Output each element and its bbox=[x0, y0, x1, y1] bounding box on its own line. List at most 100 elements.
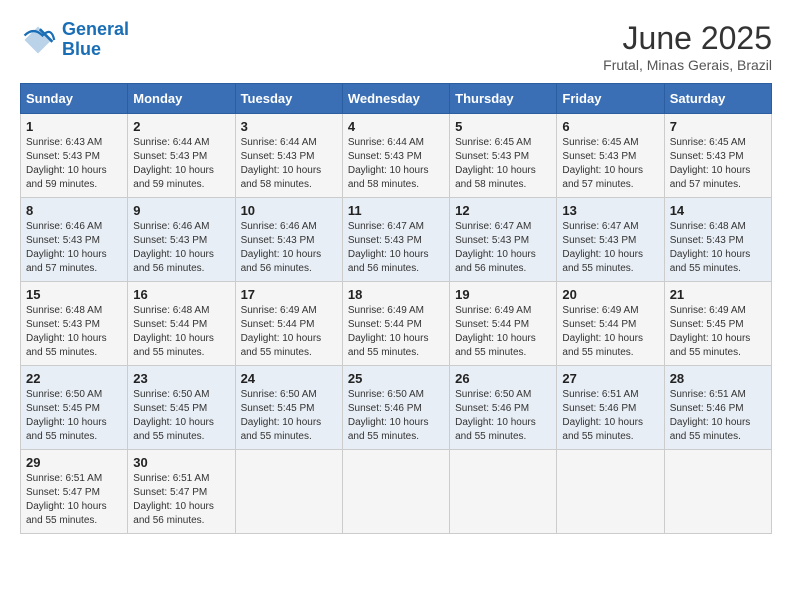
day-info: Sunrise: 6:46 AMSunset: 5:43 PMDaylight:… bbox=[241, 220, 337, 276]
day-info: Sunrise: 6:44 AMSunset: 5:43 PMDaylight:… bbox=[348, 136, 444, 192]
day-number: 3 bbox=[241, 119, 337, 134]
day-number: 16 bbox=[133, 287, 229, 302]
day-number: 4 bbox=[348, 119, 444, 134]
calendar-cell: 15 Sunrise: 6:48 AMSunset: 5:43 PMDaylig… bbox=[21, 282, 128, 366]
day-number: 15 bbox=[26, 287, 122, 302]
location: Frutal, Minas Gerais, Brazil bbox=[603, 57, 772, 73]
calendar-cell bbox=[342, 450, 449, 534]
day-info: Sunrise: 6:47 AMSunset: 5:43 PMDaylight:… bbox=[455, 220, 551, 276]
day-info: Sunrise: 6:49 AMSunset: 5:45 PMDaylight:… bbox=[670, 304, 766, 360]
calendar-cell: 14 Sunrise: 6:48 AMSunset: 5:43 PMDaylig… bbox=[664, 198, 771, 282]
weekday-header: Sunday bbox=[21, 84, 128, 114]
day-info: Sunrise: 6:51 AMSunset: 5:46 PMDaylight:… bbox=[670, 388, 766, 444]
day-info: Sunrise: 6:45 AMSunset: 5:43 PMDaylight:… bbox=[670, 136, 766, 192]
calendar-cell bbox=[450, 450, 557, 534]
day-info: Sunrise: 6:47 AMSunset: 5:43 PMDaylight:… bbox=[348, 220, 444, 276]
calendar-cell: 12 Sunrise: 6:47 AMSunset: 5:43 PMDaylig… bbox=[450, 198, 557, 282]
calendar-cell bbox=[235, 450, 342, 534]
calendar-cell bbox=[557, 450, 664, 534]
calendar-cell: 18 Sunrise: 6:49 AMSunset: 5:44 PMDaylig… bbox=[342, 282, 449, 366]
day-info: Sunrise: 6:49 AMSunset: 5:44 PMDaylight:… bbox=[562, 304, 658, 360]
day-info: Sunrise: 6:49 AMSunset: 5:44 PMDaylight:… bbox=[455, 304, 551, 360]
day-number: 29 bbox=[26, 455, 122, 470]
day-number: 19 bbox=[455, 287, 551, 302]
weekday-header: Friday bbox=[557, 84, 664, 114]
day-info: Sunrise: 6:50 AMSunset: 5:45 PMDaylight:… bbox=[26, 388, 122, 444]
calendar-cell: 19 Sunrise: 6:49 AMSunset: 5:44 PMDaylig… bbox=[450, 282, 557, 366]
calendar-cell: 10 Sunrise: 6:46 AMSunset: 5:43 PMDaylig… bbox=[235, 198, 342, 282]
day-info: Sunrise: 6:43 AMSunset: 5:43 PMDaylight:… bbox=[26, 136, 122, 192]
day-number: 26 bbox=[455, 371, 551, 386]
day-info: Sunrise: 6:51 AMSunset: 5:46 PMDaylight:… bbox=[562, 388, 658, 444]
calendar-cell: 29 Sunrise: 6:51 AMSunset: 5:47 PMDaylig… bbox=[21, 450, 128, 534]
day-number: 24 bbox=[241, 371, 337, 386]
day-number: 10 bbox=[241, 203, 337, 218]
calendar-cell: 16 Sunrise: 6:48 AMSunset: 5:44 PMDaylig… bbox=[128, 282, 235, 366]
day-number: 7 bbox=[670, 119, 766, 134]
day-info: Sunrise: 6:50 AMSunset: 5:45 PMDaylight:… bbox=[241, 388, 337, 444]
calendar-cell: 22 Sunrise: 6:50 AMSunset: 5:45 PMDaylig… bbox=[21, 366, 128, 450]
day-info: Sunrise: 6:45 AMSunset: 5:43 PMDaylight:… bbox=[562, 136, 658, 192]
day-info: Sunrise: 6:50 AMSunset: 5:45 PMDaylight:… bbox=[133, 388, 229, 444]
calendar-cell: 25 Sunrise: 6:50 AMSunset: 5:46 PMDaylig… bbox=[342, 366, 449, 450]
calendar-cell: 17 Sunrise: 6:49 AMSunset: 5:44 PMDaylig… bbox=[235, 282, 342, 366]
day-number: 12 bbox=[455, 203, 551, 218]
day-number: 21 bbox=[670, 287, 766, 302]
day-number: 13 bbox=[562, 203, 658, 218]
title-area: June 2025 Frutal, Minas Gerais, Brazil bbox=[603, 20, 772, 73]
calendar-cell: 21 Sunrise: 6:49 AMSunset: 5:45 PMDaylig… bbox=[664, 282, 771, 366]
calendar-cell: 4 Sunrise: 6:44 AMSunset: 5:43 PMDayligh… bbox=[342, 114, 449, 198]
logo-line1: General bbox=[62, 19, 129, 39]
day-number: 9 bbox=[133, 203, 229, 218]
day-number: 18 bbox=[348, 287, 444, 302]
calendar-cell: 1 Sunrise: 6:43 AMSunset: 5:43 PMDayligh… bbox=[21, 114, 128, 198]
day-number: 30 bbox=[133, 455, 229, 470]
day-info: Sunrise: 6:50 AMSunset: 5:46 PMDaylight:… bbox=[348, 388, 444, 444]
day-number: 6 bbox=[562, 119, 658, 134]
weekday-header: Monday bbox=[128, 84, 235, 114]
logo: General Blue bbox=[20, 20, 129, 60]
day-number: 1 bbox=[26, 119, 122, 134]
logo-line2: Blue bbox=[62, 39, 101, 59]
calendar-cell bbox=[664, 450, 771, 534]
day-number: 27 bbox=[562, 371, 658, 386]
weekday-header: Tuesday bbox=[235, 84, 342, 114]
day-info: Sunrise: 6:49 AMSunset: 5:44 PMDaylight:… bbox=[241, 304, 337, 360]
logo-icon bbox=[20, 22, 56, 58]
weekday-header: Wednesday bbox=[342, 84, 449, 114]
calendar-cell: 5 Sunrise: 6:45 AMSunset: 5:43 PMDayligh… bbox=[450, 114, 557, 198]
day-number: 2 bbox=[133, 119, 229, 134]
day-info: Sunrise: 6:47 AMSunset: 5:43 PMDaylight:… bbox=[562, 220, 658, 276]
calendar-cell: 6 Sunrise: 6:45 AMSunset: 5:43 PMDayligh… bbox=[557, 114, 664, 198]
weekday-header: Saturday bbox=[664, 84, 771, 114]
day-number: 5 bbox=[455, 119, 551, 134]
calendar-cell: 2 Sunrise: 6:44 AMSunset: 5:43 PMDayligh… bbox=[128, 114, 235, 198]
day-info: Sunrise: 6:48 AMSunset: 5:44 PMDaylight:… bbox=[133, 304, 229, 360]
calendar-cell: 20 Sunrise: 6:49 AMSunset: 5:44 PMDaylig… bbox=[557, 282, 664, 366]
day-info: Sunrise: 6:50 AMSunset: 5:46 PMDaylight:… bbox=[455, 388, 551, 444]
day-number: 22 bbox=[26, 371, 122, 386]
calendar-cell: 11 Sunrise: 6:47 AMSunset: 5:43 PMDaylig… bbox=[342, 198, 449, 282]
day-info: Sunrise: 6:46 AMSunset: 5:43 PMDaylight:… bbox=[133, 220, 229, 276]
calendar-cell: 8 Sunrise: 6:46 AMSunset: 5:43 PMDayligh… bbox=[21, 198, 128, 282]
calendar-cell: 3 Sunrise: 6:44 AMSunset: 5:43 PMDayligh… bbox=[235, 114, 342, 198]
day-number: 11 bbox=[348, 203, 444, 218]
calendar-cell: 23 Sunrise: 6:50 AMSunset: 5:45 PMDaylig… bbox=[128, 366, 235, 450]
day-number: 28 bbox=[670, 371, 766, 386]
calendar-cell: 24 Sunrise: 6:50 AMSunset: 5:45 PMDaylig… bbox=[235, 366, 342, 450]
day-number: 23 bbox=[133, 371, 229, 386]
calendar-cell: 7 Sunrise: 6:45 AMSunset: 5:43 PMDayligh… bbox=[664, 114, 771, 198]
calendar-cell: 26 Sunrise: 6:50 AMSunset: 5:46 PMDaylig… bbox=[450, 366, 557, 450]
calendar-cell: 27 Sunrise: 6:51 AMSunset: 5:46 PMDaylig… bbox=[557, 366, 664, 450]
day-number: 14 bbox=[670, 203, 766, 218]
day-number: 20 bbox=[562, 287, 658, 302]
day-number: 25 bbox=[348, 371, 444, 386]
day-info: Sunrise: 6:48 AMSunset: 5:43 PMDaylight:… bbox=[670, 220, 766, 276]
day-info: Sunrise: 6:46 AMSunset: 5:43 PMDaylight:… bbox=[26, 220, 122, 276]
day-info: Sunrise: 6:48 AMSunset: 5:43 PMDaylight:… bbox=[26, 304, 122, 360]
day-info: Sunrise: 6:44 AMSunset: 5:43 PMDaylight:… bbox=[241, 136, 337, 192]
calendar-cell: 30 Sunrise: 6:51 AMSunset: 5:47 PMDaylig… bbox=[128, 450, 235, 534]
day-info: Sunrise: 6:51 AMSunset: 5:47 PMDaylight:… bbox=[26, 472, 122, 528]
weekday-header: Thursday bbox=[450, 84, 557, 114]
day-number: 8 bbox=[26, 203, 122, 218]
